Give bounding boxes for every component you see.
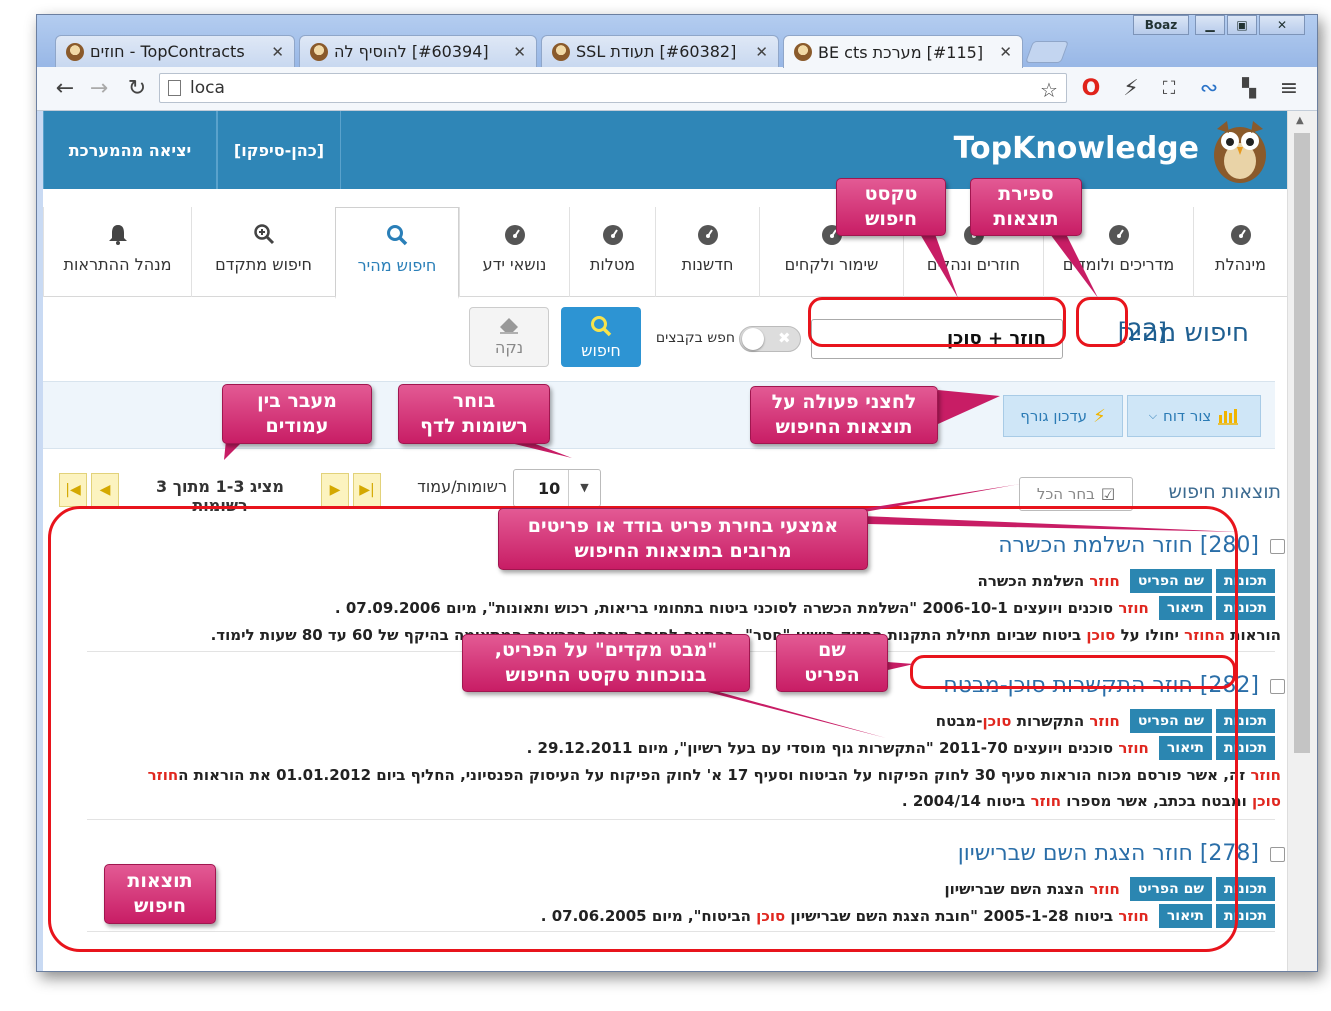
- callout-selection: אמצעי בחירת פריט בודד או פריטים מרובים ב…: [498, 508, 868, 570]
- result-checkbox[interactable]: [1270, 847, 1285, 862]
- dashboard-icon: [1230, 225, 1251, 245]
- per-page-select[interactable]: 10 ▼: [513, 469, 601, 507]
- owl-favicon-icon: [794, 43, 812, 61]
- tab-innovation[interactable]: חדשנות: [655, 207, 759, 297]
- first-page-icon[interactable]: ▶|: [353, 473, 381, 507]
- callout-item-name: שם הפריט: [776, 634, 888, 692]
- owl-favicon-icon: [552, 42, 570, 61]
- eraser-icon: [500, 318, 518, 334]
- caret-down-icon[interactable]: ▼: [568, 470, 600, 506]
- scrollbar[interactable]: ▲: [1287, 111, 1317, 971]
- address-toolbar: ← → ↻ loca ☆ O ⚡ ⛶ ∾ ▚ ≡: [37, 67, 1317, 111]
- star-icon[interactable]: ☆: [1035, 76, 1063, 104]
- close-icon[interactable]: ✕: [755, 43, 768, 61]
- owl-favicon-icon: [66, 42, 84, 61]
- maximize-icon[interactable]: ▣: [1227, 15, 1257, 35]
- toggle-label: חפש בקבצים: [655, 330, 735, 346]
- last-page-icon[interactable]: |◀: [59, 473, 87, 507]
- bell-icon: [108, 225, 127, 245]
- chevron-down-icon: ⌵: [1148, 409, 1158, 422]
- browser-tab[interactable]: [#60394] להוסיף לה ✕: [299, 35, 537, 67]
- callout-result-count: ספירת תוצאות: [970, 178, 1082, 236]
- profile-badge[interactable]: Boaz: [1133, 15, 1189, 35]
- previous-page-icon[interactable]: ◀: [91, 473, 119, 507]
- highlight-result-count: [1076, 297, 1128, 347]
- callout-action-buttons: לחצני פעולה על תוצאות החיפוש: [750, 386, 938, 444]
- browser-tab-active[interactable]: [#115] מערכת BE cts ✕: [783, 35, 1023, 68]
- result-checkbox[interactable]: [1270, 539, 1285, 554]
- highlight-search-results: [48, 506, 1238, 952]
- checkbox-icon: ☑: [1100, 484, 1116, 504]
- create-report-button[interactable]: צור דוח ⌵: [1127, 395, 1261, 437]
- dashboard-icon: [602, 225, 623, 245]
- page-icon: [168, 80, 181, 96]
- owl-favicon-icon: [310, 42, 328, 61]
- zoom-in-icon: [253, 224, 274, 245]
- search-icon: [387, 225, 408, 246]
- close-icon[interactable]: ✕: [513, 43, 526, 61]
- browser-tab[interactable]: [#60382] תעודת SSL ✕: [541, 35, 779, 67]
- dashboard-icon: [504, 225, 525, 245]
- close-icon[interactable]: ✕: [271, 43, 284, 61]
- flash-icon[interactable]: ⚡: [1117, 75, 1145, 103]
- reload-icon[interactable]: ↻: [123, 75, 151, 103]
- tab-admin[interactable]: מינהלת: [1193, 207, 1287, 297]
- owl-logo-icon: [1214, 121, 1266, 183]
- opera-icon[interactable]: O: [1077, 75, 1105, 103]
- search-files-toggle[interactable]: ✖: [739, 326, 801, 352]
- bulk-update-button[interactable]: ⚡ עדכון גורף: [1003, 395, 1123, 437]
- callout-search-results: תוצאות חיפוש: [104, 864, 216, 924]
- tab-advanced-search[interactable]: חיפוש מתקדם: [191, 207, 335, 297]
- tab-knowledge-topics[interactable]: נושאי ידע: [459, 207, 569, 297]
- puzzle-icon[interactable]: ▚: [1235, 75, 1263, 103]
- logout-link[interactable]: יציאה מהמערכת: [43, 111, 217, 189]
- app-header: יציאה מהמערכת [כהן-סיפקו] TopKnowledge: [43, 111, 1287, 189]
- highlight-search-text: [808, 297, 1066, 347]
- scroll-up-icon[interactable]: ▲: [1296, 115, 1304, 126]
- close-icon[interactable]: ✕: [999, 43, 1012, 61]
- user-link[interactable]: [כהן-סיפקו]: [217, 111, 341, 189]
- new-tab-button[interactable]: [1024, 41, 1070, 63]
- menu-icon[interactable]: ≡: [1275, 75, 1303, 103]
- browser-tab[interactable]: TopContracts - חוזים ✕: [55, 35, 295, 67]
- minimize-icon[interactable]: ▁: [1195, 15, 1225, 35]
- close-window-icon[interactable]: ✕: [1259, 15, 1305, 35]
- bolt-icon: ⚡: [1093, 405, 1106, 427]
- fullscreen-icon[interactable]: ⛶: [1155, 75, 1183, 103]
- brand-title: TopKnowledge: [953, 131, 1199, 166]
- clear-button[interactable]: נקה: [469, 307, 549, 367]
- results-label: תוצאות חיפוש: [1168, 481, 1281, 503]
- result-checkbox[interactable]: [1270, 679, 1285, 694]
- scroll-thumb[interactable]: [1294, 133, 1310, 753]
- back-icon[interactable]: ←: [51, 75, 79, 103]
- search-button[interactable]: חיפוש: [561, 307, 641, 367]
- per-page-label: רשומות/עמוד: [417, 477, 507, 496]
- bar-chart-icon: [1218, 409, 1239, 425]
- main-nav: מינהלת מדריכים ולומדים חוזרים ונהלים שימ…: [43, 189, 1287, 299]
- toggle-knob: [742, 328, 764, 350]
- tab-alerts-manager[interactable]: מנהל ההתראות: [43, 207, 191, 297]
- callout-search-text: טקסט חיפוש: [836, 178, 946, 236]
- tab-quick-search[interactable]: חיפוש מהיר: [335, 207, 459, 299]
- callout-page-switch: מעבר בין עמודים: [222, 384, 372, 444]
- next-page-icon[interactable]: ▶: [321, 473, 349, 507]
- tab-tasks[interactable]: מטלות: [569, 207, 655, 297]
- callout-records-per-page: בוחר רשומות לדף: [398, 384, 550, 444]
- forward-icon[interactable]: →: [85, 75, 113, 103]
- search-icon: [591, 316, 612, 337]
- toggle-x-icon: ✖: [778, 329, 791, 347]
- dashboard-icon: [697, 225, 718, 245]
- address-bar[interactable]: loca: [159, 73, 1067, 103]
- extension-icon[interactable]: ∾: [1195, 75, 1223, 103]
- tab-strip: TopContracts - חוזים ✕ [#60394] להוסיף ל…: [37, 15, 1317, 68]
- callout-preview: "מבט מקדים" על הפריט, בנוכחות טקסט החיפו…: [462, 634, 750, 692]
- dashboard-icon: [1108, 225, 1129, 245]
